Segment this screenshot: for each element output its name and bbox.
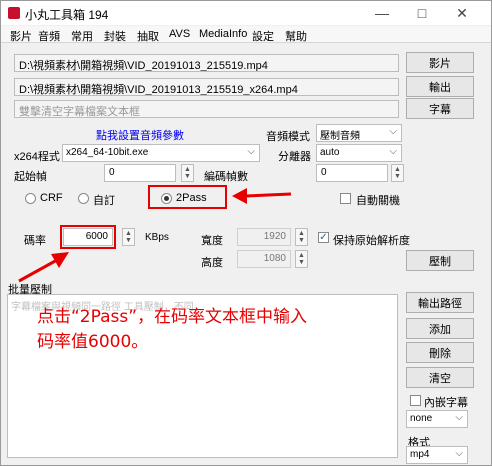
minimize-button[interactable]: — [365, 1, 399, 25]
bitrate-input[interactable]: 6000 [63, 228, 113, 246]
app-icon [8, 7, 20, 19]
menu-mediainfo[interactable]: MediaInfo [199, 28, 247, 40]
menu-mux[interactable]: 封裝 [104, 28, 126, 44]
start-frame-stepper[interactable]: ▲ ▼ [181, 164, 194, 182]
x264-program-select[interactable]: x264_64-10bit.exe ⌵ [62, 144, 260, 162]
2pass-label[interactable]: 2Pass [176, 192, 207, 204]
menu-extract[interactable]: 抽取 [137, 28, 159, 44]
encode-frames-stepper[interactable]: ▲ ▼ [391, 164, 404, 182]
menu-video[interactable]: 影片 [10, 28, 32, 44]
annotation-line-1: 点击“2Pass”，在码率文本框中输入 [37, 307, 308, 327]
close-button[interactable]: ✕ [445, 1, 479, 25]
format-select[interactable]: mp4 ⌵ [406, 446, 468, 464]
keep-resolution-label: 保持原始解析度 [333, 235, 410, 247]
menu-settings[interactable]: 設定 [252, 28, 274, 44]
window-title: 小丸工具箱 194 [25, 8, 109, 22]
width-input[interactable]: 1920 [237, 228, 291, 246]
subtitle-path-input[interactable]: 雙擊清空字幕檔案文本框 [14, 100, 399, 118]
auto-shutdown-checkbox[interactable] [340, 193, 351, 204]
clear-button[interactable]: 清空 [406, 367, 474, 388]
delete-button[interactable]: 刪除 [406, 342, 474, 363]
menu-help[interactable]: 幫助 [285, 28, 307, 44]
embed-subtitle-checkbox[interactable] [410, 395, 421, 406]
bitrate-stepper[interactable]: ▲ ▼ [122, 228, 135, 246]
title-bar[interactable]: 小丸工具箱 194 — □ ✕ [1, 1, 491, 25]
embed-subtitle-label: 內嵌字幕 [424, 397, 468, 409]
maximize-button[interactable]: □ [405, 1, 439, 25]
crf-label[interactable]: CRF [40, 192, 63, 204]
2pass-radio[interactable] [161, 193, 172, 204]
audio-mode-select[interactable]: 壓制音頻 ⌵ [316, 124, 402, 142]
add-button[interactable]: 添加 [406, 318, 474, 339]
output-path-input[interactable]: D:\視頻素材\開箱視頻\VID_20191013_215519_x264.mp… [14, 78, 399, 96]
audio-params-link[interactable]: 點我設置音頻參數 [96, 127, 184, 143]
start-frame-label: 起始幀 [14, 171, 47, 183]
height-stepper[interactable]: ▲ ▼ [295, 250, 308, 268]
chevron-down-icon: ⌵ [389, 146, 397, 157]
arrow-to-2pass-icon [232, 188, 292, 204]
x264-label: x264程式 [14, 151, 60, 163]
auto-shutdown-label: 自動關機 [356, 195, 400, 207]
chevron-down-icon: ⌵ [247, 146, 255, 157]
output-path-button[interactable]: 輸出路徑 [406, 292, 474, 313]
encode-frames-label: 編碼幀數 [204, 171, 248, 183]
bitrate-unit: KBps [145, 232, 169, 243]
chevron-down-icon: ⌵ [455, 412, 463, 423]
menu-common[interactable]: 常用 [71, 28, 93, 44]
crf-radio[interactable] [25, 193, 36, 204]
encode-button[interactable]: 壓制 [406, 250, 474, 271]
custom-label[interactable]: 自訂 [93, 192, 115, 208]
menu-audio[interactable]: 音頻 [38, 28, 60, 44]
height-input[interactable]: 1080 [237, 250, 291, 268]
menu-avs[interactable]: AVS [169, 28, 190, 40]
subtitle-button[interactable]: 字幕 [406, 98, 474, 119]
chevron-down-icon: ⌵ [455, 448, 463, 459]
bitrate-label: 碼率 [24, 235, 46, 247]
video-button[interactable]: 影片 [406, 52, 474, 73]
width-stepper[interactable]: ▲ ▼ [295, 228, 308, 246]
width-label: 寬度 [201, 235, 223, 247]
start-frame-input[interactable]: 0 [104, 164, 176, 182]
keep-resolution-checkbox[interactable]: ✓ [318, 232, 329, 243]
main-window: 小丸工具箱 194 — □ ✕ 影片 音頻 常用 封裝 抽取 AVS Media… [0, 0, 492, 466]
splitter-label: 分離器 [278, 151, 311, 163]
embed-subtitle-select[interactable]: none ⌵ [406, 410, 468, 428]
audio-mode-label: 音頻模式 [266, 131, 310, 143]
annotation-line-2: 码率值6000。 [37, 332, 149, 352]
custom-radio[interactable] [78, 193, 89, 204]
splitter-select[interactable]: auto ⌵ [316, 144, 402, 162]
output-button[interactable]: 輸出 [406, 76, 474, 97]
chevron-down-icon: ⌵ [389, 126, 397, 137]
video-path-input[interactable]: D:\視頻素材\開箱視頻\VID_20191013_215519.mp4 [14, 54, 399, 72]
encode-frames-input[interactable]: 0 [316, 164, 388, 182]
height-label: 高度 [201, 257, 223, 269]
